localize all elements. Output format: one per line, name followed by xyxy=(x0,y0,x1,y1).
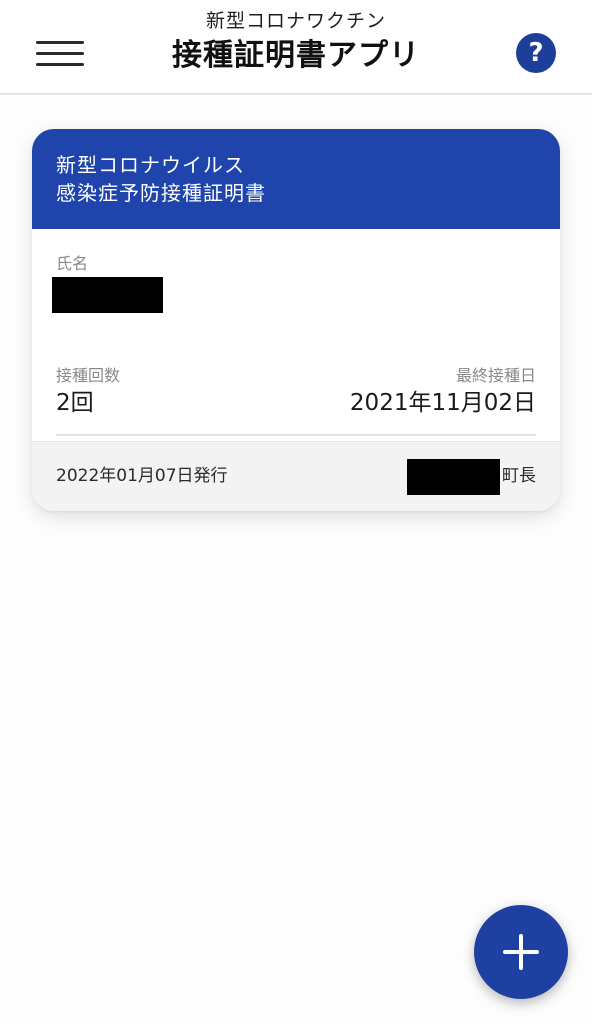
app-screen: 新型コロナワクチン 接種証明書アプリ ? 新型コロナウイルス 感染症予防接種証明… xyxy=(0,0,592,1024)
add-certificate-button[interactable] xyxy=(474,905,568,999)
last-dose-label: 最終接種日 xyxy=(455,366,536,385)
issuer-title: 町長 xyxy=(502,466,536,486)
question-mark-icon[interactable]: ? xyxy=(516,33,556,73)
body-divider xyxy=(56,434,536,436)
certificate-body: 氏名 接種回数 最終接種日 2回 2021年11月02日 xyxy=(32,229,560,441)
certificate-heading-line1: 新型コロナウイルス xyxy=(56,153,245,177)
dose-count-value: 2回 xyxy=(56,390,94,416)
issue-date: 2022年01月07日発行 xyxy=(56,466,228,486)
plus-icon-vertical xyxy=(519,934,523,970)
title-block: 新型コロナワクチン 接種証明書アプリ xyxy=(0,8,592,76)
app-header: 新型コロナワクチン 接種証明書アプリ ? xyxy=(0,0,592,95)
app-subtitle: 新型コロナワクチン xyxy=(205,10,386,32)
issuer-name-redacted xyxy=(407,459,500,495)
name-label: 氏名 xyxy=(56,254,89,273)
app-title: 接種証明書アプリ xyxy=(172,38,420,73)
dose-count-label: 接種回数 xyxy=(56,366,121,385)
name-value-redacted xyxy=(52,277,163,313)
vaccination-certificate-card[interactable]: 新型コロナウイルス 感染症予防接種証明書 氏名 接種回数 最終接種日 2回 20… xyxy=(32,129,560,511)
last-dose-value: 2021年11月02日 xyxy=(349,390,536,416)
certificate-heading-line2: 感染症予防接種証明書 xyxy=(56,181,266,205)
certificate-footer: 2022年01月07日発行 町長 xyxy=(32,441,560,511)
certificate-header: 新型コロナウイルス 感染症予防接種証明書 xyxy=(32,129,560,229)
